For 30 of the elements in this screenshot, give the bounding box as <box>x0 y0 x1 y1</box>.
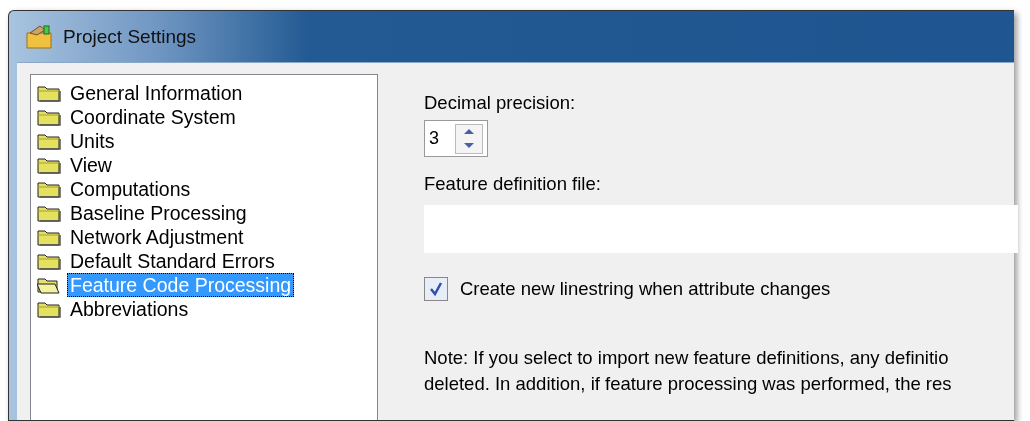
folder-icon <box>37 252 61 270</box>
tree-item[interactable]: Coordinate System <box>67 105 239 129</box>
folder-icon <box>37 228 61 246</box>
tree-item[interactable]: Computations <box>67 177 194 201</box>
tree-item[interactable]: General Information <box>67 81 246 105</box>
note-text: Note: If you select to import new feature definitions, any definitio <box>424 346 950 370</box>
tree-item[interactable]: Network Adjustment <box>67 225 247 249</box>
tree-item[interactable]: View <box>67 153 115 177</box>
folder-icon <box>37 132 61 150</box>
folder-icon <box>37 156 61 174</box>
checkbox-label: Create new linestring when attribute changes <box>460 278 831 300</box>
folder-icon <box>37 84 61 102</box>
note-text: deleted. In addition, if feature processing was performed, the res <box>424 372 953 396</box>
app-icon <box>25 24 53 49</box>
window-title: Project Settings <box>63 25 197 48</box>
tree-item[interactable]: Default Standard Errors <box>67 249 278 273</box>
checkbox[interactable] <box>424 277 448 301</box>
folder-icon <box>37 108 61 126</box>
folder-icon <box>37 300 61 318</box>
field-label: Feature definition file: <box>424 173 602 195</box>
check-icon <box>428 281 444 297</box>
field-label: Decimal precision: <box>424 92 577 114</box>
tree-item[interactable]: Baseline Processing <box>67 201 250 225</box>
precision-spinner[interactable]: 3 <box>424 120 488 157</box>
tree-item[interactable]: Abbreviations <box>67 297 192 321</box>
folder-icon <box>37 180 61 198</box>
spin-buttons[interactable] <box>455 123 483 154</box>
open-folder-icon <box>37 276 61 294</box>
folder-icon <box>37 204 61 222</box>
tree-item[interactable]: Units <box>67 129 118 153</box>
